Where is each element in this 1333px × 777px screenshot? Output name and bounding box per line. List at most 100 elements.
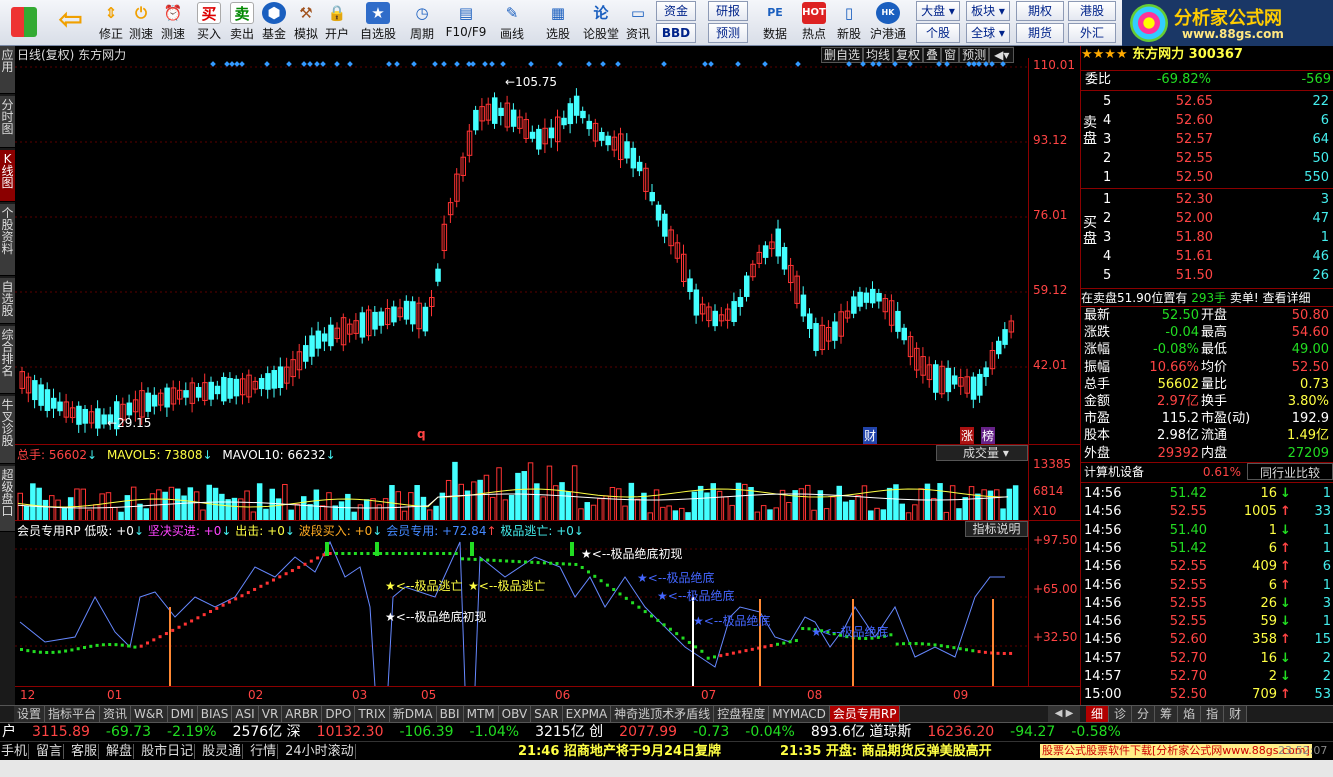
draw-line-button[interactable]: ✎ 画线 <box>494 1 530 43</box>
tab-panel[interactable]: 财 <box>1224 706 1248 722</box>
forecast-button[interactable]: 预测 <box>708 23 748 43</box>
tab-indicator[interactable]: BIAS <box>197 706 233 722</box>
global-button[interactable]: 全球 ▾ <box>966 23 1010 43</box>
marker-limit[interactable]: 涨 <box>960 427 975 444</box>
tab-indicator[interactable]: SAR <box>531 706 563 722</box>
status-link[interactable]: 手机 <box>0 744 30 759</box>
futures-button[interactable]: 期货 <box>1016 23 1064 43</box>
back-button[interactable]: ⇦ <box>50 1 90 43</box>
tab-indicator[interactable]: DPO <box>322 706 356 722</box>
tab-level2[interactable]: 超级盘口 <box>0 466 15 532</box>
tab-indicator[interactable]: 会员专用RP <box>829 706 901 722</box>
tab-ranking[interactable]: 综合排名 <box>0 326 15 394</box>
tab-panel[interactable]: 指 <box>1201 706 1225 722</box>
capital-button[interactable]: 资金 <box>656 1 696 21</box>
indicator-help-button[interactable]: 指标说明 <box>965 521 1028 537</box>
data-button[interactable]: PE 数据 <box>758 1 792 43</box>
news-headline-2[interactable]: 21:35 开盘: 商品期货反弹美股高开 <box>780 742 992 761</box>
tab-diagnosis[interactable]: 牛叉诊股 <box>0 396 15 464</box>
notice-link[interactable]: 卖单! 查看详细 <box>1230 291 1311 305</box>
sector-button[interactable]: 板块 ▾ <box>966 1 1010 21</box>
ipo-button[interactable]: ▯ 新股 <box>832 1 866 43</box>
hkstock-button[interactable]: 港股 <box>1068 1 1116 21</box>
forum-button[interactable]: 论论股堂 <box>581 1 621 43</box>
sell-level: 4 <box>1103 113 1112 128</box>
notice-row[interactable]: 在卖盘51.90位置有 293手 卖单! 查看详细 <box>1081 288 1333 306</box>
status-link[interactable]: 解盘 <box>105 744 135 759</box>
tab-indicator[interactable]: EXPMA <box>562 706 612 722</box>
stock-filter-button[interactable]: ▦ 选股 <box>538 1 578 43</box>
tab-indicator[interactable]: 指标平台 <box>45 706 101 722</box>
status-link[interactable]: 行情 <box>249 744 279 759</box>
fix-button[interactable]: ⇕ 修正 <box>94 1 128 43</box>
marker-q[interactable]: q <box>417 427 426 441</box>
tick-time: 14:56 <box>1084 632 1122 648</box>
marker-rank[interactable]: 榜 <box>981 427 996 444</box>
tab-panel[interactable]: 焰 <box>1178 706 1202 722</box>
tab-indicator[interactable]: TRIX <box>355 706 390 722</box>
forex-button[interactable]: 外汇 <box>1068 23 1116 43</box>
options-button[interactable]: 期权 <box>1016 1 1064 21</box>
status-link[interactable]: 股灵通 <box>201 744 244 759</box>
tab-indicator[interactable]: 控盘程度 <box>714 706 770 722</box>
tab-profile[interactable]: 个股资料 <box>0 204 15 276</box>
tab-indicator[interactable]: W&R <box>131 706 168 722</box>
tab-panel[interactable]: 分 <box>1132 706 1156 722</box>
status-link[interactable]: 留言 <box>35 744 65 759</box>
fund-button[interactable]: ⬢ 基金 <box>257 1 291 43</box>
tab-indicator[interactable]: MYMACD <box>769 706 830 722</box>
tab-indicator[interactable]: DMI <box>167 706 198 722</box>
tab-watchlist[interactable]: 自选股 <box>0 278 15 324</box>
status-link[interactable]: 客服 <box>70 744 100 759</box>
tab-scroll-arrows[interactable]: ◀ ▶ <box>1048 706 1080 722</box>
status-link[interactable]: 24小时滚动 <box>284 744 356 759</box>
volume-bar <box>124 495 131 521</box>
tab-indicator[interactable]: VR <box>258 706 283 722</box>
indicator-panel[interactable]: 会员专用RP 低吸: +0↓ 坚决买进: +0↓ 出击: +0↓ 波段买入: +… <box>15 520 1080 687</box>
tab-panel[interactable]: 细 <box>1086 706 1110 722</box>
tab-kline[interactable]: K线图 <box>0 150 15 202</box>
clock-button[interactable]: ⏰ 测速 <box>156 1 190 43</box>
indicator-tab-bar: 设置 指标平台 资讯 W&R DMI BIAS ASI VR ARBR DPO TRIX 新DMA BB… <box>0 705 1333 722</box>
tick-list[interactable]: 14:56 51.42 16 ↓ 1 14:56 52.55 1005 ↑ 33 14:56 51.4… <box>1081 482 1333 702</box>
volume-panel[interactable]: 总手: 56602↓ MAVOL5: 73808↓ MAVOL10: 66232… <box>15 444 1080 521</box>
tab-intraday[interactable]: 分时图 <box>0 96 15 148</box>
tab-indicator[interactable]: MTM <box>463 706 499 722</box>
tab-indicator[interactable]: 新DMA <box>389 706 437 722</box>
tab-indicator[interactable]: OBV <box>498 706 532 722</box>
sell-button[interactable]: 卖卖出 <box>225 1 259 43</box>
research-button[interactable]: 研报 <box>708 1 748 21</box>
speed-test-button[interactable]: ⏻ 测速 <box>124 1 158 43</box>
ad-banner[interactable]: 股票公式股票软件下载[分析家公式网www.88gs.com] <box>1040 744 1312 758</box>
tab-panel[interactable]: 诊 <box>1109 706 1133 722</box>
market-button[interactable]: 大盘 ▾ <box>916 1 960 21</box>
period-button[interactable]: ◷ 周期 <box>404 1 440 43</box>
windows-button[interactable] <box>4 1 44 43</box>
stock-button[interactable]: 个股 <box>916 23 960 43</box>
tab-indicator[interactable]: 神奇逃顶术矛盾线 <box>611 706 715 722</box>
candle-body <box>359 312 366 338</box>
price-panel[interactable]: 日线(复权) 东方网力 删自选 均线 复权叠窗预测 ◀▾ 110.01 93.12 7… <box>15 46 1080 444</box>
compare-button[interactable]: 同行业比较 <box>1247 463 1333 480</box>
marker-finance[interactable]: 财 <box>863 427 878 444</box>
industry-name[interactable]: 计算机设备 <box>1084 463 1144 481</box>
bbd-button[interactable]: BBD <box>656 23 696 43</box>
tab-apps[interactable]: 应用 <box>0 46 15 94</box>
tab-indicator[interactable]: ASI <box>232 706 259 722</box>
open-account-button[interactable]: 🔒 开户 <box>320 1 354 43</box>
tab-indicator[interactable]: BBI <box>436 706 464 722</box>
tab-indicator[interactable]: ARBR <box>282 706 323 722</box>
tab-panel[interactable]: 筹 <box>1155 706 1179 722</box>
rp-dot <box>51 650 55 654</box>
watchlist-button[interactable]: ★ 自选股 <box>357 1 399 43</box>
tab-indicator[interactable]: 资讯 <box>100 706 132 722</box>
buy-button[interactable]: 买买入 <box>192 1 226 43</box>
f10-button[interactable]: ▤ F10/F9 <box>444 1 488 43</box>
tab-indicator[interactable]: 设置 <box>14 706 46 722</box>
simulate-button[interactable]: ⚒ 模拟 <box>289 1 323 43</box>
hotspot-button[interactable]: HOT 热点 <box>797 1 831 43</box>
news-headline-1[interactable]: 21:46 招商地产将于9月24日复牌 <box>518 742 721 761</box>
shhk-button[interactable]: HK 沪港通 <box>868 1 908 43</box>
news-button[interactable]: ▭ 资讯 <box>621 1 655 43</box>
status-link[interactable]: 股市日记 <box>140 744 196 759</box>
